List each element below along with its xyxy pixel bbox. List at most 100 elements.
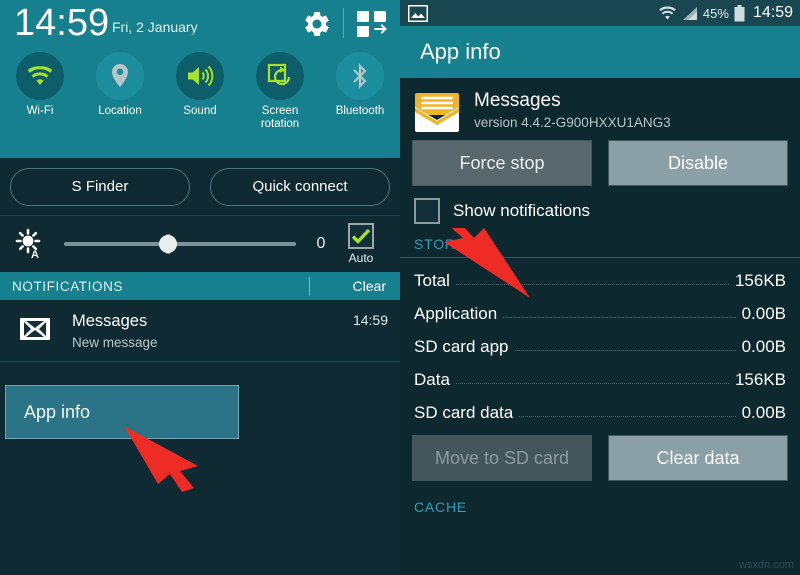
notifications-title: NOTIFICATIONS <box>12 278 124 294</box>
brightness-auto-toggle[interactable]: Auto <box>334 223 388 265</box>
location-pin-icon <box>112 64 128 87</box>
row-dots <box>503 317 736 318</box>
speaker-icon <box>188 65 214 87</box>
bluetooth-icon <box>353 63 367 89</box>
gear-icon[interactable] <box>302 9 332 39</box>
show-notifications-row[interactable]: Show notifications <box>400 186 800 224</box>
toggle-rotation-label-line1: Screen <box>261 105 299 117</box>
storage-rows: Total 156KB Application 0.00B SD card ap… <box>400 258 800 423</box>
wifi-icon <box>27 66 53 85</box>
quick-settings-header: 14:59 Fri, 2 January Wi-Fi Location Soun… <box>0 0 400 158</box>
storage-section-header: STORAGE <box>400 224 800 258</box>
force-stop-button[interactable]: Force stop <box>412 140 592 186</box>
notification-item-messages[interactable]: Messages New message 14:59 <box>0 300 400 362</box>
row-dots <box>455 383 729 384</box>
status-bar-time: 14:59 <box>752 4 793 21</box>
show-notifications-checkbox[interactable] <box>414 198 440 224</box>
toggle-wifi-circle <box>16 52 64 100</box>
envelope-icon <box>20 318 50 340</box>
brightness-slider-knob[interactable] <box>159 235 178 253</box>
notifications-header: NOTIFICATIONS Clear <box>0 272 400 300</box>
toggle-location[interactable]: Location <box>80 52 160 156</box>
row-dots <box>514 350 736 351</box>
brightness-row: A 0 Auto <box>0 216 400 272</box>
clear-notifications-button[interactable]: Clear <box>353 278 386 294</box>
toggle-bluetooth-circle <box>336 52 384 100</box>
storage-value: 156KB <box>734 370 786 389</box>
wifi-icon <box>659 5 676 20</box>
toggle-sound[interactable]: Sound <box>160 52 240 156</box>
messages-envelope-icon <box>415 93 459 132</box>
row-dots <box>519 416 736 417</box>
storage-buttons: Move to SD card Clear data <box>400 435 800 481</box>
table-row: SD card app 0.00B <box>400 324 800 357</box>
screen-rotation-icon <box>267 63 291 86</box>
toggle-wifi[interactable]: Wi-Fi <box>0 52 80 156</box>
app-header: Messages version 4.4.2-G900HXXU1ANG3 <box>400 78 800 140</box>
storage-key: SD card app <box>414 337 509 356</box>
auto-label: Auto <box>348 251 374 265</box>
cache-section-header: CACHE <box>414 499 468 515</box>
notification-subtitle: New message <box>72 335 158 350</box>
brightness-auto-icon: A <box>15 228 41 260</box>
s-finder-button[interactable]: S Finder <box>10 167 190 206</box>
brightness-slider[interactable] <box>64 228 296 260</box>
action-bar: App info <box>400 26 800 78</box>
toggle-rotation-label-line2: rotation <box>260 118 300 130</box>
brightness-slider-track <box>64 242 296 246</box>
toggle-wifi-label: Wi-Fi <box>26 105 54 117</box>
storage-value: 0.00B <box>741 304 786 323</box>
table-row: Total 156KB <box>400 258 800 291</box>
toggle-location-label: Location <box>98 105 142 117</box>
page-title: App info <box>420 39 501 64</box>
storage-key: Total <box>414 271 450 290</box>
app-version: version 4.4.2-G900HXXU1ANG3 <box>474 115 671 130</box>
screenshot-root: 14:59 Fri, 2 January Wi-Fi Location Soun… <box>0 0 800 575</box>
brightness-value: 0 <box>316 235 326 252</box>
toggle-sound-label: Sound <box>183 105 217 117</box>
shade-time: 14:59 <box>14 2 110 44</box>
storage-value: 0.00B <box>741 337 786 356</box>
image-notification-icon <box>408 4 428 22</box>
toggle-screen-rotation-label: Screen rotation <box>240 105 320 131</box>
toggle-bluetooth-label: Bluetooth <box>335 105 385 117</box>
status-bar-left <box>408 4 428 22</box>
app-name: Messages <box>474 90 561 111</box>
app-info-panel: 45% 14:59 App info Messages version 4.4.… <box>400 0 800 575</box>
battery-icon <box>734 4 745 21</box>
show-notifications-label: Show notifications <box>453 201 591 220</box>
disable-button[interactable]: Disable <box>608 140 788 186</box>
shade-button-row: S Finder Quick connect <box>0 158 400 216</box>
app-info-popup-button[interactable]: App info <box>5 385 239 439</box>
clear-data-button[interactable]: Clear data <box>608 435 788 481</box>
toggle-bluetooth[interactable]: Bluetooth <box>320 52 400 156</box>
battery-percent: 45% <box>702 5 729 21</box>
header-divider <box>343 8 344 38</box>
status-bar-right: 45% 14:59 <box>659 4 793 22</box>
storage-value: 156KB <box>734 271 786 290</box>
storage-key: SD card data <box>414 403 514 422</box>
move-to-sd-card-button: Move to SD card <box>412 435 592 481</box>
cell-signal-icon <box>682 6 697 20</box>
table-row: Data 156KB <box>400 357 800 390</box>
quick-connect-button[interactable]: Quick connect <box>210 167 390 206</box>
auto-checkbox[interactable] <box>348 223 374 249</box>
toggle-sound-circle <box>176 52 224 100</box>
quick-toggle-row: Wi-Fi Location Sound Screen rotation Blu… <box>0 52 400 156</box>
notification-title: Messages <box>72 312 148 330</box>
toggle-location-circle <box>96 52 144 100</box>
quick-settings-grid-icon[interactable] <box>356 10 390 38</box>
row-dots <box>455 284 729 285</box>
notification-shade-panel: 14:59 Fri, 2 January Wi-Fi Location Soun… <box>0 0 400 575</box>
svg-text:A: A <box>31 249 39 260</box>
status-bar: 45% 14:59 <box>400 0 800 26</box>
toggle-screen-rotation[interactable]: Screen rotation <box>240 52 320 156</box>
checkmark-icon <box>351 228 371 244</box>
toggle-screen-rotation-circle <box>256 52 304 100</box>
watermark: wsxdn.com <box>738 559 794 571</box>
storage-key: Application <box>414 304 498 323</box>
storage-value: 0.00B <box>741 403 786 422</box>
table-row: SD card data 0.00B <box>400 390 800 423</box>
notification-time: 14:59 <box>352 312 388 328</box>
shade-clock-row: 14:59 Fri, 2 January <box>0 0 400 50</box>
